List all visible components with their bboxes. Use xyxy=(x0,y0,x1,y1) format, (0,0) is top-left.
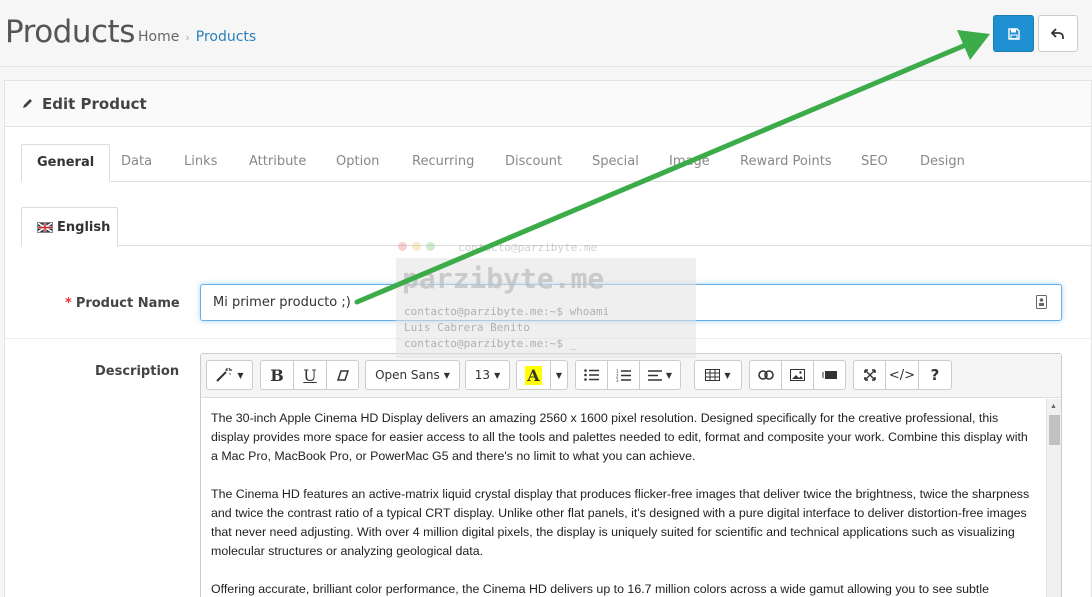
annotation-arrow xyxy=(354,30,990,305)
